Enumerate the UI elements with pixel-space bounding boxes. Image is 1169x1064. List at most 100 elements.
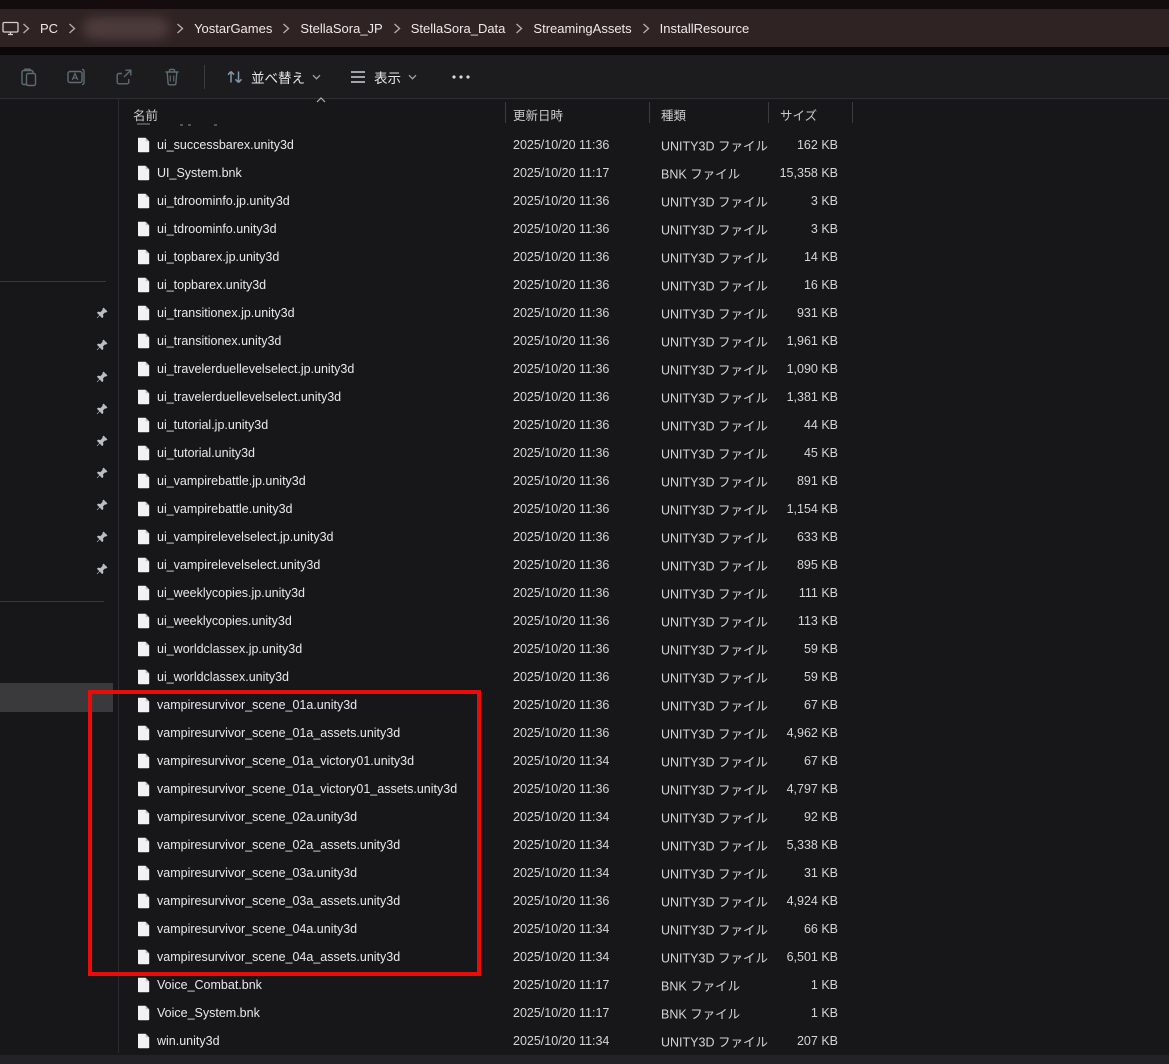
file-row[interactable]: UI_System.bnk 2025/10/20 11:17 BNK ファイル … xyxy=(118,159,1169,187)
toolbar-separator xyxy=(204,65,205,89)
file-icon xyxy=(137,865,150,881)
file-date-modified: 2025/10/20 11:17 xyxy=(513,1006,609,1020)
file-row[interactable]: vampiresurvivor_scene_04a_assets.unity3d… xyxy=(118,943,1169,971)
file-row[interactable]: ui_tutorial.unity3d 2025/10/20 11:36 UNI… xyxy=(118,439,1169,467)
file-date-modified: 2025/10/20 11:36 xyxy=(513,670,609,684)
file-row[interactable]: ui_topbarex.unity3d 2025/10/20 11:36 UNI… xyxy=(118,271,1169,299)
sort-button[interactable]: 並べ替え xyxy=(215,59,331,95)
file-date-modified: 2025/10/20 11:36 xyxy=(513,614,609,628)
file-row[interactable]: Voice_System.bnk 2025/10/20 11:17 BNK ファ… xyxy=(118,999,1169,1027)
file-row[interactable]: ui_weeklycopies.unity3d 2025/10/20 11:36… xyxy=(118,607,1169,635)
clipped-row-remnant xyxy=(214,124,217,126)
file-size: 44 KB xyxy=(738,418,838,432)
file-size: 633 KB xyxy=(738,530,838,544)
file-row[interactable]: vampiresurvivor_scene_03a.unity3d 2025/1… xyxy=(118,859,1169,887)
sidebar-pinned-item[interactable] xyxy=(0,330,114,360)
file-row[interactable]: ui_vampirelevelselect.unity3d 2025/10/20… xyxy=(118,551,1169,579)
file-row[interactable]: ui_worldclassex.unity3d 2025/10/20 11:36… xyxy=(118,663,1169,691)
share-button[interactable] xyxy=(104,59,144,95)
file-row[interactable]: ui_transitionex.unity3d 2025/10/20 11:36… xyxy=(118,327,1169,355)
more-options-button[interactable] xyxy=(441,59,481,95)
sidebar-pinned-item[interactable] xyxy=(0,458,114,488)
view-button[interactable]: 表示 xyxy=(339,59,427,95)
file-row[interactable]: ui_travelerduellevelselect.unity3d 2025/… xyxy=(118,383,1169,411)
file-size: 15,358 KB xyxy=(738,166,838,180)
file-size: 162 KB xyxy=(738,138,838,152)
file-name: ui_vampirebattle.unity3d xyxy=(157,502,293,516)
file-date-modified: 2025/10/20 11:36 xyxy=(513,474,609,488)
column-header-name[interactable]: 名前 xyxy=(133,105,158,124)
sidebar-pinned-item[interactable] xyxy=(0,522,114,552)
file-name: ui_vampirebattle.jp.unity3d xyxy=(157,474,306,488)
column-separator[interactable] xyxy=(768,102,769,123)
breadcrumb-chevron-icon xyxy=(68,23,76,34)
breadcrumb-item-streamingassets[interactable]: StreamingAssets xyxy=(524,17,640,40)
sidebar-selected-item[interactable] xyxy=(0,683,113,712)
column-separator[interactable] xyxy=(505,102,506,123)
computer-icon xyxy=(2,21,19,36)
file-date-modified: 2025/10/20 11:36 xyxy=(513,138,609,152)
file-row[interactable]: vampiresurvivor_scene_04a.unity3d 2025/1… xyxy=(118,915,1169,943)
breadcrumb-item-stellasora_jp[interactable]: StellaSora_JP xyxy=(291,17,391,40)
file-row[interactable]: vampiresurvivor_scene_01a.unity3d 2025/1… xyxy=(118,691,1169,719)
paste-button[interactable] xyxy=(8,59,48,95)
file-row[interactable]: vampiresurvivor_scene_01a_victory01.unit… xyxy=(118,747,1169,775)
file-name: Voice_Combat.bnk xyxy=(157,978,262,992)
file-row[interactable]: ui_tutorial.jp.unity3d 2025/10/20 11:36 … xyxy=(118,411,1169,439)
file-row[interactable]: vampiresurvivor_scene_03a_assets.unity3d… xyxy=(118,887,1169,915)
file-size: 6,501 KB xyxy=(738,950,838,964)
sidebar-pinned-item[interactable] xyxy=(0,426,114,456)
file-row[interactable]: vampiresurvivor_scene_02a.unity3d 2025/1… xyxy=(118,803,1169,831)
file-row[interactable]: vampiresurvivor_scene_01a_assets.unity3d… xyxy=(118,719,1169,747)
sidebar-pinned-item[interactable] xyxy=(0,362,114,392)
file-name: ui_tutorial.jp.unity3d xyxy=(157,418,268,432)
pin-icon xyxy=(96,531,108,543)
breadcrumb-item-stellasora_data[interactable]: StellaSora_Data xyxy=(402,17,515,40)
view-label: 表示 xyxy=(374,67,401,87)
file-row[interactable]: win.unity3d 2025/10/20 11:34 UNITY3D ファイ… xyxy=(118,1027,1169,1055)
file-row[interactable]: ui_tdroominfo.unity3d 2025/10/20 11:36 U… xyxy=(118,215,1169,243)
file-size: 92 KB xyxy=(738,810,838,824)
file-row[interactable]: vampiresurvivor_scene_01a_victory01_asse… xyxy=(118,775,1169,803)
file-size: 1 KB xyxy=(738,1006,838,1020)
file-row[interactable]: Voice_Combat.bnk 2025/10/20 11:17 BNK ファ… xyxy=(118,971,1169,999)
column-separator[interactable] xyxy=(852,102,853,123)
file-row[interactable]: ui_topbarex.jp.unity3d 2025/10/20 11:36 … xyxy=(118,243,1169,271)
file-date-modified: 2025/10/20 11:36 xyxy=(513,782,609,796)
file-size: 59 KB xyxy=(738,642,838,656)
file-date-modified: 2025/10/20 11:34 xyxy=(513,1034,609,1048)
breadcrumb-item-installresource[interactable]: InstallResource xyxy=(651,17,759,40)
file-size: 14 KB xyxy=(738,250,838,264)
breadcrumb-item-yostargames[interactable]: YostarGames xyxy=(185,17,281,40)
file-name: vampiresurvivor_scene_01a_victory01_asse… xyxy=(157,782,457,796)
file-name: ui_transitionex.unity3d xyxy=(157,334,281,348)
sidebar-pinned-item[interactable] xyxy=(0,394,114,424)
sidebar-pinned-item[interactable] xyxy=(0,298,114,328)
column-separator[interactable] xyxy=(649,102,650,123)
file-icon xyxy=(137,669,150,685)
file-row[interactable]: ui_vampirebattle.unity3d 2025/10/20 11:3… xyxy=(118,495,1169,523)
sidebar-pinned-item[interactable] xyxy=(0,490,114,520)
file-icon xyxy=(137,557,150,573)
file-date-modified: 2025/10/20 11:36 xyxy=(513,278,609,292)
column-header-type[interactable]: 種類 xyxy=(661,105,686,124)
file-row[interactable]: ui_worldclassex.jp.unity3d 2025/10/20 11… xyxy=(118,635,1169,663)
file-row[interactable]: ui_travelerduellevelselect.jp.unity3d 20… xyxy=(118,355,1169,383)
file-row[interactable]: ui_weeklycopies.jp.unity3d 2025/10/20 11… xyxy=(118,579,1169,607)
file-name: vampiresurvivor_scene_03a_assets.unity3d xyxy=(157,894,400,908)
file-row[interactable]: ui_vampirebattle.jp.unity3d 2025/10/20 1… xyxy=(118,467,1169,495)
breadcrumb-item-redacted[interactable] xyxy=(83,17,169,39)
file-row[interactable]: ui_transitionex.jp.unity3d 2025/10/20 11… xyxy=(118,299,1169,327)
sidebar-pinned-item[interactable] xyxy=(0,554,114,584)
file-date-modified: 2025/10/20 11:34 xyxy=(513,922,609,936)
delete-button[interactable] xyxy=(152,59,192,95)
file-row[interactable]: ui_successbarex.unity3d 2025/10/20 11:36… xyxy=(118,131,1169,159)
file-icon xyxy=(137,445,150,461)
column-header-size[interactable]: サイズ xyxy=(780,105,817,124)
file-row[interactable]: vampiresurvivor_scene_02a_assets.unity3d… xyxy=(118,831,1169,859)
file-row[interactable]: ui_tdroominfo.jp.unity3d 2025/10/20 11:3… xyxy=(118,187,1169,215)
rename-button[interactable] xyxy=(56,59,96,95)
column-header-date[interactable]: 更新日時 xyxy=(513,105,563,124)
file-row[interactable]: ui_vampirelevelselect.jp.unity3d 2025/10… xyxy=(118,523,1169,551)
breadcrumb-item-pc[interactable]: PC xyxy=(31,17,67,40)
